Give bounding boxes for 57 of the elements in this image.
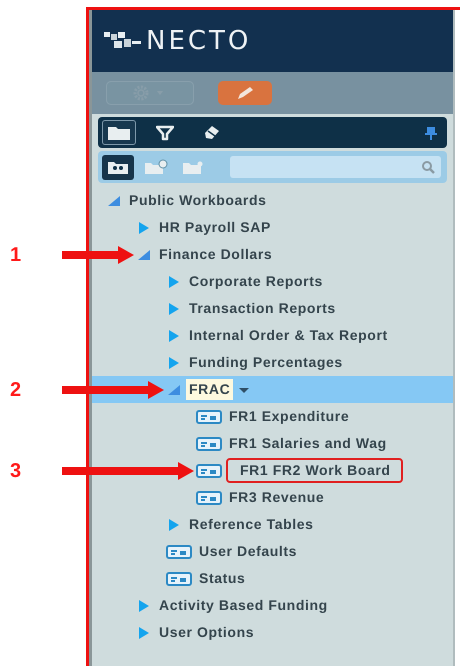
tree-item-label: User Defaults bbox=[198, 542, 298, 561]
folder-icon bbox=[107, 124, 131, 140]
tree-item[interactable]: FR3 Revenue bbox=[196, 484, 453, 511]
collapse-icon[interactable] bbox=[136, 248, 152, 262]
tree-item[interactable]: FR1 Salaries and Wag bbox=[196, 430, 453, 457]
tree-item-label: FR1 Expenditure bbox=[228, 407, 350, 426]
tree-item[interactable]: HR Payroll SAP bbox=[136, 214, 453, 241]
tree-item-label: FR3 Revenue bbox=[228, 488, 326, 507]
tree-item[interactable]: Status bbox=[166, 565, 453, 592]
edit-button[interactable] bbox=[218, 81, 272, 105]
tree-item[interactable]: User Options bbox=[136, 619, 453, 646]
tree-item[interactable]: Funding Percentages bbox=[166, 349, 453, 376]
callout-number: 2 bbox=[10, 378, 22, 402]
callout-number: 3 bbox=[10, 458, 22, 484]
tree-item-label: Status bbox=[198, 569, 246, 588]
tree-item[interactable]: Public Workboards bbox=[106, 187, 453, 214]
view-tab[interactable] bbox=[102, 154, 134, 180]
tree-item[interactable]: Internal Order & Tax Report bbox=[166, 322, 453, 349]
report-icon bbox=[196, 464, 222, 478]
tree-item-selected[interactable]: FRAC bbox=[92, 376, 453, 403]
tree-item[interactable]: Transaction Reports bbox=[166, 295, 453, 322]
tree-item[interactable]: FR1 Expenditure bbox=[196, 403, 453, 430]
report-icon bbox=[166, 572, 192, 586]
search-icon bbox=[421, 160, 435, 174]
tree-item[interactable]: User Defaults bbox=[166, 538, 453, 565]
tree-item-label: Corporate Reports bbox=[188, 272, 324, 291]
tree-item-label: Public Workboards bbox=[128, 191, 268, 210]
tree-item-label: FR1 FR2 Work Board bbox=[226, 458, 403, 483]
tree-item-label: Funding Percentages bbox=[188, 353, 344, 372]
tree-item[interactable]: Corporate Reports bbox=[166, 268, 453, 295]
tree-item[interactable]: FR1 FR2 Work Board bbox=[196, 457, 453, 484]
search-field[interactable] bbox=[230, 156, 441, 178]
tree-item-label: Internal Order & Tax Report bbox=[188, 326, 389, 345]
tree-item[interactable]: Activity Based Funding bbox=[136, 592, 453, 619]
panel-tab[interactable] bbox=[102, 120, 136, 145]
tree-item-label: Transaction Reports bbox=[188, 299, 337, 318]
eraser-icon bbox=[202, 124, 220, 140]
tree-item-label: FR1 Salaries and Wag bbox=[228, 434, 388, 453]
report-icon bbox=[196, 436, 222, 450]
tree-item-label: HR Payroll SAP bbox=[158, 218, 272, 237]
tree-item-label: Reference Tables bbox=[188, 515, 315, 534]
pin-icon[interactable] bbox=[425, 126, 437, 140]
folder-icon bbox=[144, 159, 168, 175]
filter-icon bbox=[156, 124, 174, 140]
collapse-icon[interactable] bbox=[106, 194, 122, 208]
report-icon bbox=[166, 544, 192, 558]
logo-text: NECTO bbox=[146, 24, 252, 58]
tree-item[interactable]: Reference Tables bbox=[166, 511, 453, 538]
tree-item-label: Activity Based Funding bbox=[158, 596, 329, 615]
callout-number: 1 bbox=[10, 242, 22, 268]
report-icon bbox=[196, 490, 222, 504]
tree-item[interactable]: Finance Dollars bbox=[136, 241, 453, 268]
tree-item-label: FRAC bbox=[186, 379, 234, 400]
tree-item-label: User Options bbox=[158, 623, 256, 642]
tree-item-label: Finance Dollars bbox=[158, 245, 274, 264]
collapse-icon[interactable] bbox=[166, 382, 182, 396]
report-icon bbox=[196, 410, 222, 424]
